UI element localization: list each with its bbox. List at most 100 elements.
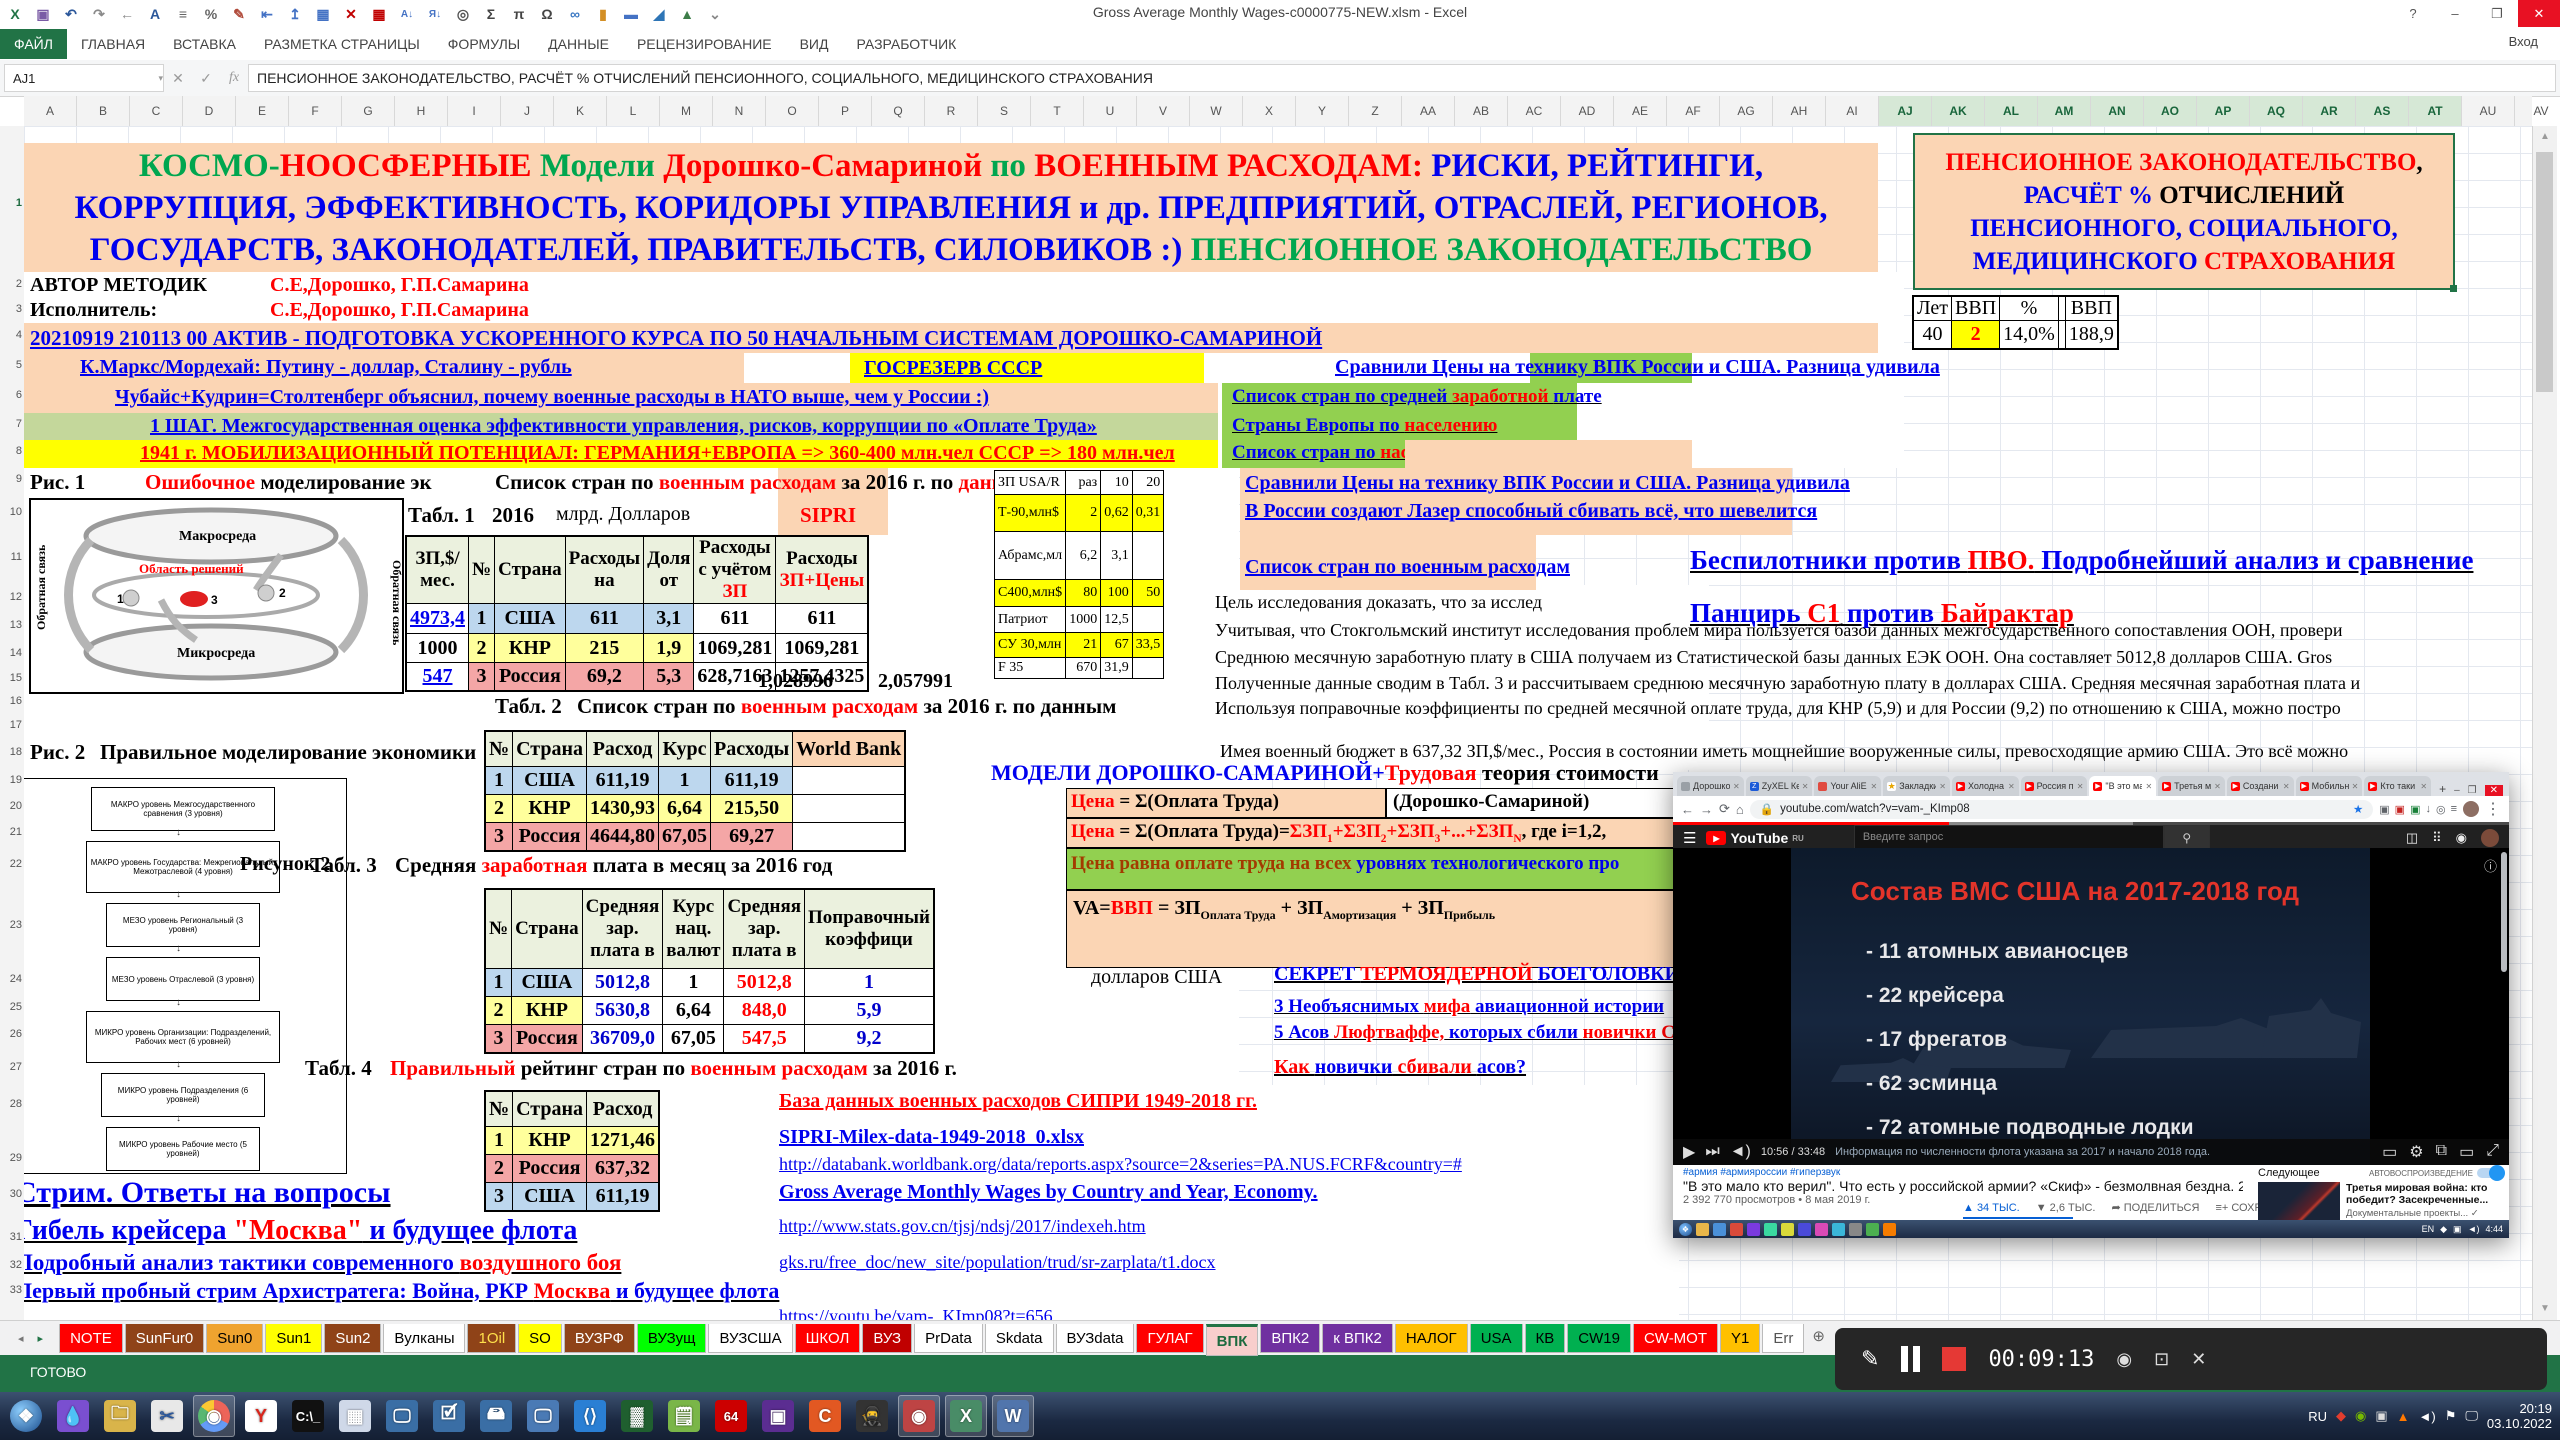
resource-link-1[interactable]: База данных военных расходов СИПРИ 1949-… xyxy=(779,1090,1257,1113)
link-luftwaffe-aces[interactable]: 5 Асов Люфтваффе, которых сбили новички … xyxy=(1274,1022,1714,1044)
row-header-26[interactable]: 26 xyxy=(0,1028,22,1040)
sheet-tab-ВПК2[interactable]: ВПК2 xyxy=(1260,1324,1320,1353)
column-header-Q[interactable]: Q xyxy=(872,96,925,126)
column-header-AL[interactable]: AL xyxy=(1985,96,2038,128)
column-header-W[interactable]: W xyxy=(1190,96,1243,126)
column-header-AB[interactable]: AB xyxy=(1455,96,1508,126)
t1-zp-cell[interactable]: 547 xyxy=(406,663,469,692)
browser-tab[interactable]: ▶Создани✕ xyxy=(2227,776,2294,796)
ribbon-tab-данные[interactable]: ДАННЫЕ xyxy=(534,29,623,59)
link-gosreserve[interactable]: ГОСРЕЗЕРВ СССР xyxy=(864,357,1042,380)
stream-link-1[interactable]: Стрим. Ответы на вопросы xyxy=(24,1176,391,1210)
row-header-7[interactable]: 7 xyxy=(0,418,22,430)
network-monitor-icon[interactable]: 🖵 xyxy=(2465,1408,2478,1424)
sheet-tab-ВУЗСША[interactable]: ВУЗСША xyxy=(708,1324,792,1353)
row-header-13[interactable]: 13 xyxy=(0,619,22,631)
sheet-tab-ВУЗ[interactable]: ВУЗ xyxy=(862,1324,912,1353)
like-button[interactable]: ▲ 34 ТЫС. xyxy=(1963,1202,2020,1214)
chrome-window[interactable]: Дорошко✕ZZyXEL Ке✕Your AliE✕★Закладки✕▶Х… xyxy=(1673,772,2509,1238)
link-mobilization[interactable]: 1941 г. МОБИЛИЗАЦИОННЫЙ ПОТЕНЦИАЛ: ГЕРМА… xyxy=(140,442,1175,465)
row-header-9[interactable]: 9 xyxy=(0,473,22,485)
diamond-red-icon[interactable]: ◆ xyxy=(2336,1408,2346,1424)
cpu-monitor-icon[interactable]: ▣ xyxy=(757,1395,799,1437)
pen-icon[interactable]: ✎ xyxy=(1861,1346,1879,1372)
column-header-AN[interactable]: AN xyxy=(2091,96,2144,128)
column-header-E[interactable]: E xyxy=(236,96,289,126)
fullscreen-icon[interactable]: ⤢ xyxy=(2486,1142,2499,1162)
sheet-tab-1Oil[interactable]: 1Oil xyxy=(467,1324,516,1353)
column-header-G[interactable]: G xyxy=(342,96,395,126)
profile-avatar[interactable] xyxy=(2463,801,2479,817)
column-header-P[interactable]: P xyxy=(819,96,872,126)
column-header-T[interactable]: T xyxy=(1031,96,1084,126)
column-header-V[interactable]: V xyxy=(1137,96,1190,126)
ribbon-tab-главная[interactable]: ГЛАВНАЯ xyxy=(67,29,159,59)
resource-link-5[interactable]: http://www.stats.gov.cn/tjsj/ndsj/2017/i… xyxy=(779,1216,1146,1237)
enter-icon[interactable]: ✓ xyxy=(192,70,220,87)
notifications-icon[interactable]: ◉ xyxy=(2456,830,2467,846)
sheet-tab-CW-MOT[interactable]: CW-MOT xyxy=(1633,1324,1718,1353)
formula-input[interactable]: ПЕНСИОННОЕ ЗАКОНОДАТЕЛЬСТВО, РАСЧЁТ % ОТ… xyxy=(248,64,2556,92)
browser-minimize-icon[interactable]: – xyxy=(2454,785,2460,796)
row-header-12[interactable]: 12 xyxy=(0,591,22,603)
channel-avatar[interactable] xyxy=(2481,829,2499,847)
video-progress-bar[interactable] xyxy=(1673,822,2509,825)
column-header-AJ[interactable]: AJ xyxy=(1879,96,1932,128)
apps-grid-icon[interactable]: ⠿ xyxy=(2432,830,2442,846)
minimize-icon[interactable]: – xyxy=(2434,0,2476,27)
link-wage-list[interactable]: Список стран по средней заработной плате xyxy=(1232,386,1602,408)
resource-link-3[interactable]: http://databank.worldbank.org/data/repor… xyxy=(779,1154,1462,1175)
close-icon[interactable]: ✕ xyxy=(2518,0,2560,27)
word-icon[interactable]: W xyxy=(992,1395,1034,1437)
column-header-AQ[interactable]: AQ xyxy=(2250,96,2303,128)
sheet-tab-CW19[interactable]: CW19 xyxy=(1567,1324,1631,1353)
video-hashtags[interactable]: #армия #армияроссии #гиперзвук xyxy=(1683,1167,2243,1178)
column-header-F[interactable]: F xyxy=(289,96,342,126)
column-header-AU[interactable]: AU xyxy=(2462,96,2515,126)
remote-desktop-icon[interactable]: 🖵 xyxy=(381,1395,423,1437)
browser-maximize-icon[interactable]: ❐ xyxy=(2468,785,2477,796)
volume-icon[interactable]: ◄) xyxy=(1730,1143,1751,1161)
sheet-tab-Skdata[interactable]: Skdata xyxy=(985,1324,1054,1353)
flag-alert-icon[interactable]: ⚑ xyxy=(2445,1408,2457,1424)
row-header-31[interactable]: 31 xyxy=(0,1231,22,1243)
column-header-AS[interactable]: AS xyxy=(2356,96,2409,128)
stream-link-2[interactable]: Гибель крейсера "Москва" и будущее флота xyxy=(24,1215,577,1247)
resource-link-2[interactable]: SIPRI-Milex-data-1949-2018_0.xlsx xyxy=(779,1126,1084,1149)
stream-link-3[interactable]: Подробный анализ тактики современного во… xyxy=(24,1250,621,1276)
link-marx[interactable]: К.Маркс/Мордехай: Путину - доллар, Стали… xyxy=(80,356,572,379)
chrome-icon[interactable]: ◉ xyxy=(193,1395,235,1437)
sheet-tab-ВУЗdata[interactable]: ВУЗdata xyxy=(1056,1324,1135,1353)
browser-tab[interactable]: ▶Третья м✕ xyxy=(2158,776,2225,796)
row-header-16[interactable]: 16 xyxy=(0,695,22,707)
terminal-icon[interactable]: C:\_ xyxy=(287,1395,329,1437)
link-rookies-aces[interactable]: Как новички сбивали асов? xyxy=(1274,1056,1526,1079)
sheet-tab-Sun1[interactable]: Sun1 xyxy=(265,1324,322,1353)
language-indicator[interactable]: RU xyxy=(2308,1409,2327,1424)
nvidia-green-icon[interactable]: ◉ xyxy=(2355,1408,2366,1424)
right-banner[interactable]: ПЕНСИОННОЕ ЗАКОНОДАТЕЛЬСТВО, РАСЧЁТ % ОТ… xyxy=(1913,133,2455,290)
browser-tab[interactable]: ▶Холодна✕ xyxy=(1952,776,2019,796)
youtube-search-input[interactable]: Введите запрос xyxy=(1854,825,2164,849)
video-info-icon[interactable]: ⓘ xyxy=(2484,856,2497,875)
column-header-N[interactable]: N xyxy=(713,96,766,126)
insert-function-icon[interactable]: fx xyxy=(220,70,248,86)
close-recorder-icon[interactable]: ✕ xyxy=(2191,1349,2206,1370)
camera-icon[interactable]: ◉ xyxy=(2116,1349,2132,1370)
system-monitor-icon[interactable]: 🖵 xyxy=(522,1395,564,1437)
next-icon[interactable]: ⏭ xyxy=(1705,1143,1719,1161)
row-header-15[interactable]: 15 xyxy=(0,672,22,684)
reload-icon[interactable]: ⟳ xyxy=(1719,801,1730,817)
sheet-tab-Sun2[interactable]: Sun2 xyxy=(324,1324,381,1353)
column-header-S[interactable]: S xyxy=(978,96,1031,126)
add-sheet-icon[interactable]: ⊕ xyxy=(1812,1327,1825,1345)
column-header-AM[interactable]: AM xyxy=(2038,96,2091,128)
drop-app-icon[interactable]: 💧 xyxy=(52,1395,94,1437)
row-header-20[interactable]: 20 xyxy=(0,800,22,812)
speaker-icon[interactable]: ◄) xyxy=(2419,1409,2436,1424)
sheet-tab-SunFur0[interactable]: SunFur0 xyxy=(125,1324,205,1353)
file-manager-icon[interactable]: 🗀 xyxy=(99,1395,141,1437)
t1-zp-cell[interactable]: 4973,4 xyxy=(406,604,469,634)
maximize-icon[interactable]: ❐ xyxy=(2476,0,2518,27)
sheet-tab-ГУЛАГ[interactable]: ГУЛАГ xyxy=(1136,1324,1203,1353)
